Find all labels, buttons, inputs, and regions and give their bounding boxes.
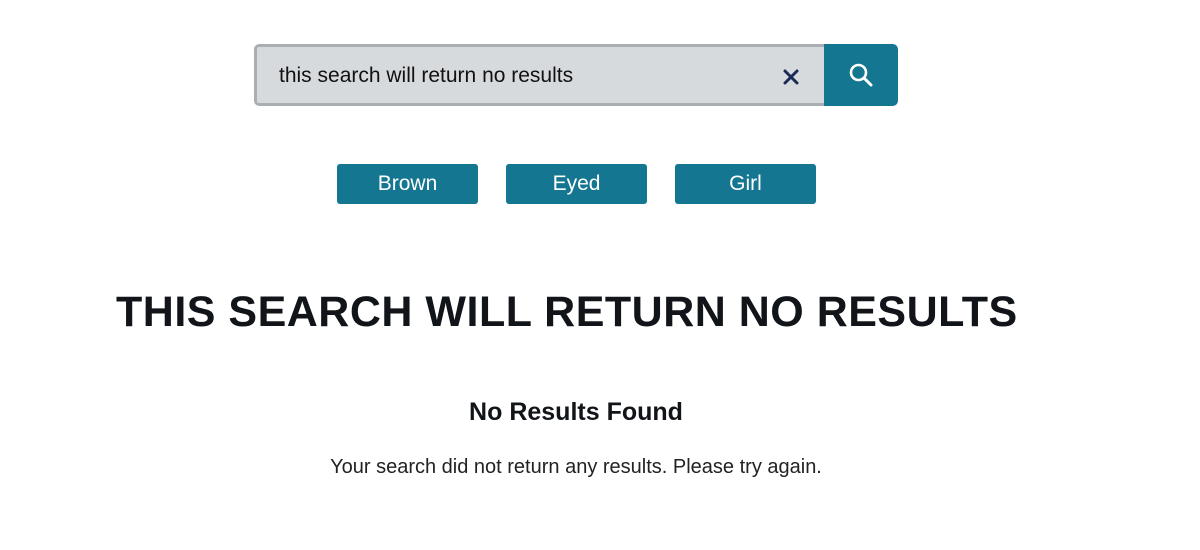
clear-search-button[interactable] <box>777 63 805 91</box>
close-icon <box>783 69 799 85</box>
search-field <box>254 44 824 106</box>
suggestion-chip-brown[interactable]: Brown <box>337 164 478 204</box>
suggestion-chip-girl[interactable]: Girl <box>675 164 816 204</box>
suggestion-chips: Brown Eyed Girl <box>337 164 816 204</box>
search-icon <box>849 63 873 87</box>
no-results-title: No Results Found <box>469 398 683 426</box>
search-bar <box>254 44 898 106</box>
search-query-heading: THIS SEARCH WILL RETURN NO RESULTS <box>116 288 1018 336</box>
no-results-message: Your search did not return any results. … <box>330 456 822 478</box>
search-input[interactable] <box>279 61 759 91</box>
search-submit-button[interactable] <box>824 44 898 106</box>
suggestion-chip-eyed[interactable]: Eyed <box>506 164 647 204</box>
search-results-page: Brown Eyed Girl THIS SEARCH WILL RETURN … <box>0 0 1200 550</box>
